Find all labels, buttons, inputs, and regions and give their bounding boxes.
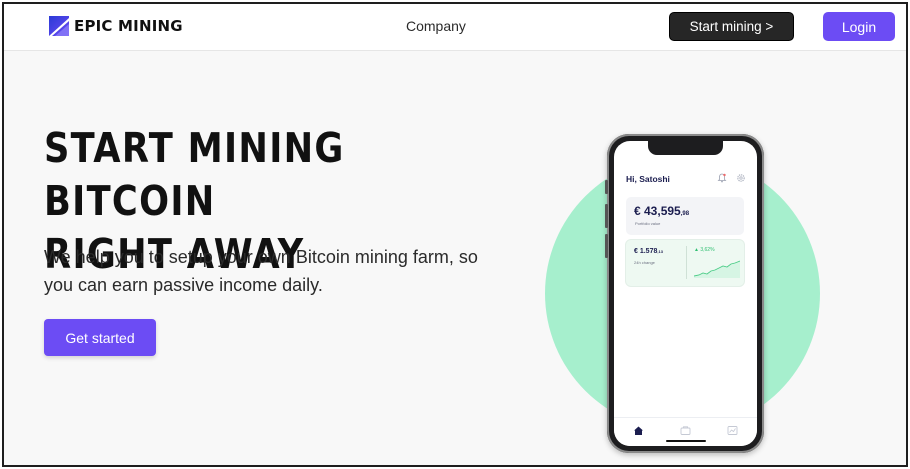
phone-mockup: Hi, Satoshi € 43,595,98 Portfolio value …: [605, 134, 764, 453]
hero-title-line: START MINING BITCOIN: [44, 124, 345, 225]
change-card[interactable]: € 1.578,13 24h change ▲ 3,62%: [626, 240, 744, 286]
brand-name: EPIC MINING: [74, 17, 183, 35]
hero-subtitle-line: We help you to setup your own Bitcoin mi…: [44, 247, 478, 267]
change-amount: € 1.578: [634, 248, 658, 255]
phone-side-button: [605, 234, 608, 258]
epic-mining-logo-icon: [49, 16, 69, 36]
wallet-icon[interactable]: [680, 425, 691, 436]
phone-side-button: [605, 180, 608, 194]
hero-subtitle: We help you to setup your own Bitcoin mi…: [44, 243, 494, 299]
home-icon[interactable]: [633, 425, 644, 436]
home-indicator: [666, 440, 706, 442]
sparkline-chart: [694, 260, 740, 278]
change-label: 24h change: [634, 260, 655, 265]
card-divider: [686, 246, 687, 279]
change-cents: ,13: [657, 249, 663, 254]
start-mining-button[interactable]: Start mining >: [669, 12, 794, 41]
phone-side-button: [605, 204, 608, 228]
phone-screen: Hi, Satoshi € 43,595,98 Portfolio value …: [614, 141, 757, 446]
portfolio-amount: € 43,595: [634, 204, 681, 218]
portfolio-card[interactable]: € 43,595,98 Portfolio value: [626, 197, 744, 235]
phone-notch: [648, 141, 723, 155]
site-header: EPIC MINING Company Start mining > Login: [4, 4, 906, 51]
nav-link-company[interactable]: Company: [406, 18, 466, 34]
change-percent: ▲ 3,62%: [694, 247, 715, 253]
chart-icon[interactable]: [727, 425, 738, 436]
brand-logo[interactable]: EPIC MINING: [49, 16, 183, 36]
gear-icon: [737, 174, 745, 182]
hero-subtitle-line: you can earn passive income daily.: [44, 275, 323, 295]
page-frame: EPIC MINING Company Start mining > Login…: [2, 2, 908, 467]
login-button[interactable]: Login: [823, 12, 895, 41]
portfolio-label: Portfolio value: [635, 221, 661, 226]
portfolio-value: € 43,595,98: [634, 204, 689, 218]
portfolio-cents: ,98: [680, 211, 690, 217]
change-value: € 1.578,13: [634, 248, 663, 255]
get-started-button[interactable]: Get started: [44, 319, 156, 356]
bell-icon: [717, 173, 727, 183]
app-greeting: Hi, Satoshi: [626, 174, 670, 184]
